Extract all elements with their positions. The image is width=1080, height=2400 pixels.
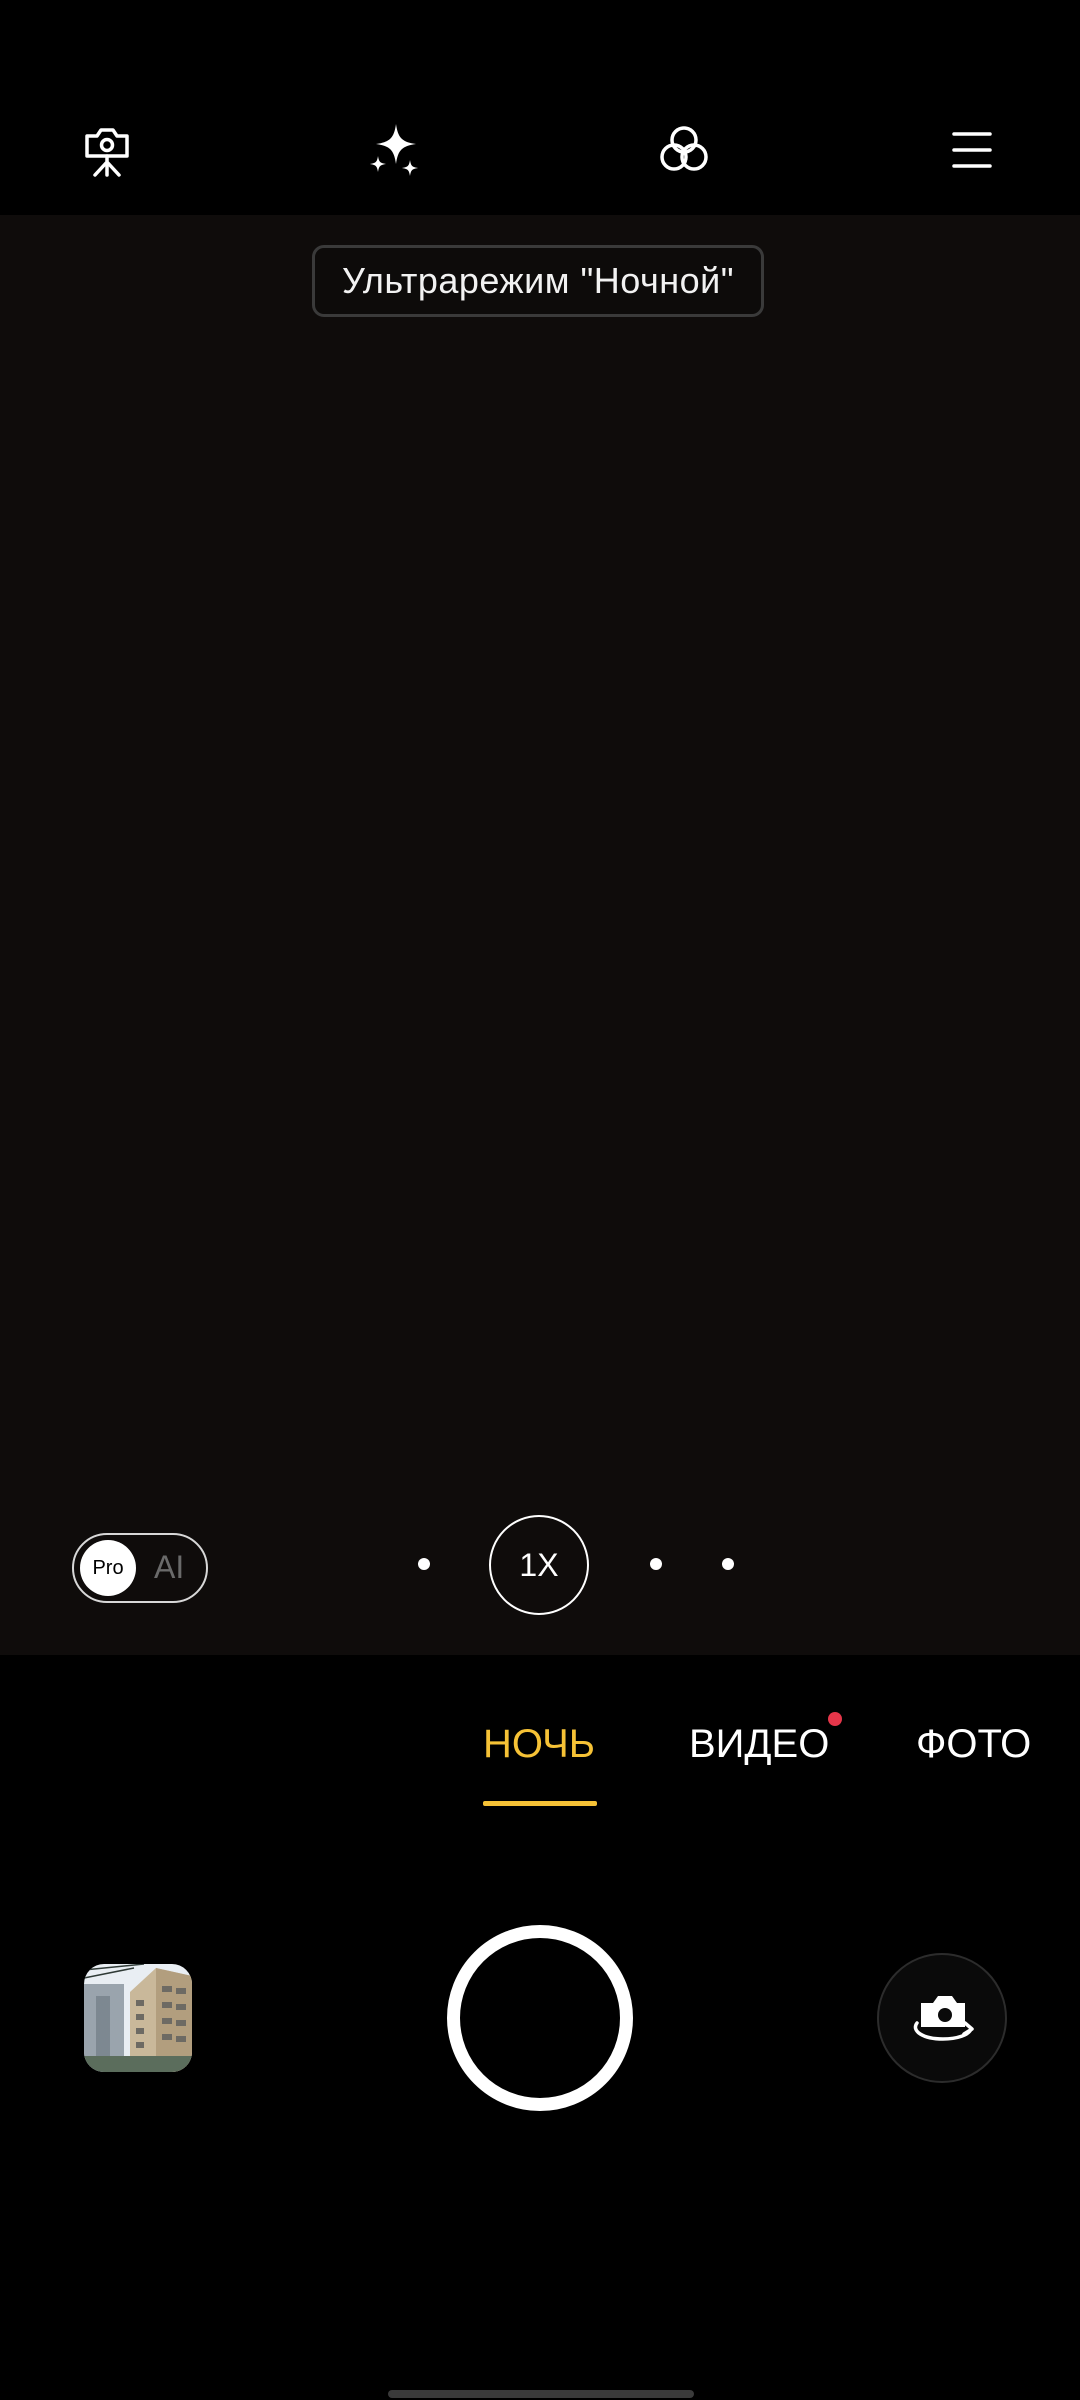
zoom-option-dot[interactable] xyxy=(418,1558,430,1570)
new-badge-dot xyxy=(828,1712,842,1726)
active-tab-indicator xyxy=(483,1801,597,1806)
switch-camera-button[interactable] xyxy=(877,1953,1007,2083)
zoom-option-dot[interactable] xyxy=(650,1558,662,1570)
home-indicator[interactable] xyxy=(388,2390,694,2398)
mode-tab-photo[interactable]: ФОТО xyxy=(916,1722,1031,1767)
camera-flip-icon xyxy=(913,1996,974,2041)
ultra-night-mode-banner: Ультрарежим "Ночной" xyxy=(312,245,764,317)
zoom-1x-button[interactable]: 1X xyxy=(489,1515,589,1615)
sparkles-icon[interactable] xyxy=(361,115,431,185)
camera-viewfinder[interactable] xyxy=(0,215,1080,1655)
top-toolbar xyxy=(0,0,1080,215)
pro-ai-toggle[interactable]: Pro AI xyxy=(72,1533,208,1603)
mode-tab-video[interactable]: ВИДЕО xyxy=(689,1722,829,1767)
gallery-thumbnail[interactable] xyxy=(84,1964,192,2072)
pro-label: Pro xyxy=(80,1540,136,1596)
ai-label: AI xyxy=(154,1549,185,1585)
zoom-option-dot[interactable] xyxy=(722,1558,734,1570)
tripod-camera-icon[interactable] xyxy=(72,115,142,185)
menu-icon[interactable] xyxy=(937,115,1007,185)
filters-icon[interactable] xyxy=(649,115,719,185)
mode-tab-night[interactable]: НОЧЬ xyxy=(483,1722,595,1767)
shutter-button[interactable] xyxy=(447,1925,633,2111)
